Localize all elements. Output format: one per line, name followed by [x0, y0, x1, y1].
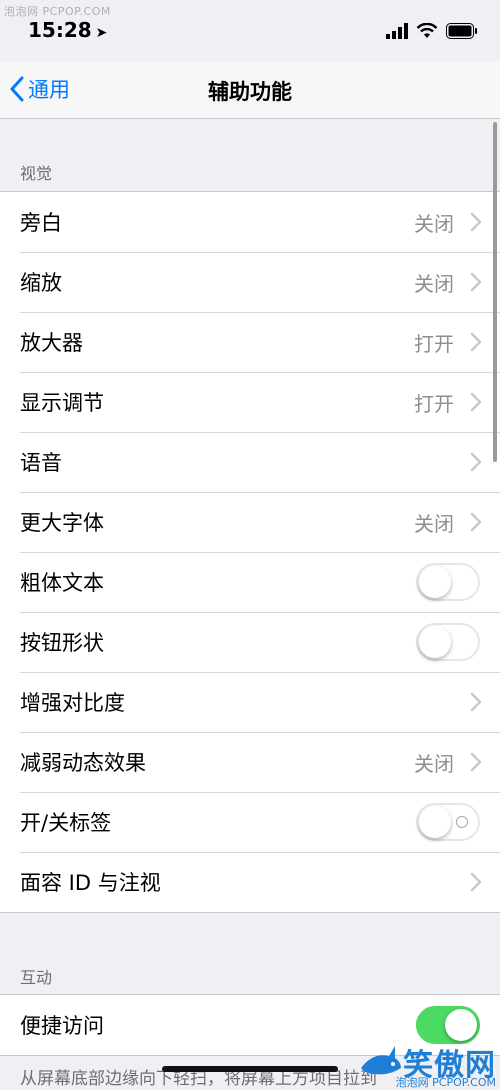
chevron-right-icon: [470, 392, 482, 412]
section-header-interaction: 互动: [20, 968, 53, 987]
button-shapes-toggle[interactable]: [416, 623, 480, 661]
watermark-bottom-right: 笑傲网 泡泡网 PCPOP.COM: [359, 1040, 496, 1089]
row-on-off-labels: 开/关标签: [0, 792, 500, 852]
row-value: 关闭: [414, 751, 454, 776]
section-header-vision: 视觉: [20, 164, 53, 183]
toggle-knob: [419, 806, 451, 838]
row-zoom[interactable]: 缩放 关闭: [0, 252, 500, 312]
row-display-accommodations[interactable]: 显示调节 打开: [0, 372, 500, 432]
row-label: 按钮形状: [20, 631, 104, 655]
bold-text-toggle[interactable]: [416, 563, 480, 601]
home-indicator[interactable]: [162, 1066, 338, 1072]
row-label: 粗体文本: [20, 571, 104, 595]
row-label: 旁白: [20, 211, 62, 235]
row-label: 开/关标签: [20, 811, 112, 835]
chevron-right-icon: [470, 872, 482, 892]
scrollbar[interactable]: [493, 122, 497, 462]
toggle-knob: [445, 1009, 477, 1041]
time-text: 15:28: [28, 18, 92, 42]
row-value: 关闭: [414, 271, 454, 296]
row-voiceover[interactable]: 旁白 关闭: [0, 192, 500, 252]
row-magnifier[interactable]: 放大器 打开: [0, 312, 500, 372]
row-value: 打开: [414, 331, 454, 356]
row-label: 面容 ID 与注视: [20, 871, 161, 895]
row-reduce-motion[interactable]: 减弱动态效果 关闭: [0, 732, 500, 792]
toggle-knob: [419, 626, 451, 658]
row-label: 缩放: [20, 271, 62, 295]
row-speech[interactable]: 语音: [0, 432, 500, 492]
chevron-right-icon: [470, 272, 482, 292]
row-label: 更大字体: [20, 511, 104, 535]
row-face-id-attention[interactable]: 面容 ID 与注视: [0, 852, 500, 912]
chevron-right-icon: [470, 752, 482, 772]
off-label-circle-icon: [456, 816, 468, 828]
page-title: 辅助功能: [208, 80, 292, 104]
row-value: 打开: [414, 391, 454, 416]
chevron-right-icon: [470, 212, 482, 232]
row-label: 便捷访问: [20, 1014, 104, 1038]
on-off-labels-toggle[interactable]: [416, 803, 480, 841]
row-label: 语音: [20, 451, 62, 475]
row-button-shapes: 按钮形状: [0, 612, 500, 672]
chevron-right-icon: [470, 692, 482, 712]
status-icons: [386, 22, 478, 40]
status-bar: 15:28 ➤: [0, 0, 500, 62]
row-value: 关闭: [414, 511, 454, 536]
chevron-right-icon: [470, 452, 482, 472]
watermark-subtext: 泡泡网 PCPOP.COM: [395, 1076, 496, 1089]
row-value: 关闭: [414, 211, 454, 236]
reachability-toggle[interactable]: [416, 1006, 480, 1044]
wifi-icon: [416, 23, 438, 38]
vision-group: 旁白 关闭 缩放 关闭 放大器 打开 显示调节 打开 语音 更大字体 关闭 粗体…: [0, 191, 500, 913]
cellular-signal-icon: [386, 23, 408, 39]
toggle-knob: [419, 566, 451, 598]
battery-icon: [446, 23, 477, 39]
location-arrow-icon: ➤: [95, 25, 108, 41]
row-bold-text: 粗体文本: [0, 552, 500, 612]
row-larger-text[interactable]: 更大字体 关闭: [0, 492, 500, 552]
status-time: 15:28 ➤: [28, 18, 107, 42]
row-increase-contrast[interactable]: 增强对比度: [0, 672, 500, 732]
navigation-bar: 通用 辅助功能: [0, 62, 500, 119]
chevron-right-icon: [470, 332, 482, 352]
chevron-right-icon: [470, 512, 482, 532]
row-label: 减弱动态效果: [20, 751, 146, 775]
row-label: 增强对比度: [20, 691, 125, 715]
row-label: 放大器: [20, 331, 83, 355]
row-label: 显示调节: [20, 391, 104, 415]
